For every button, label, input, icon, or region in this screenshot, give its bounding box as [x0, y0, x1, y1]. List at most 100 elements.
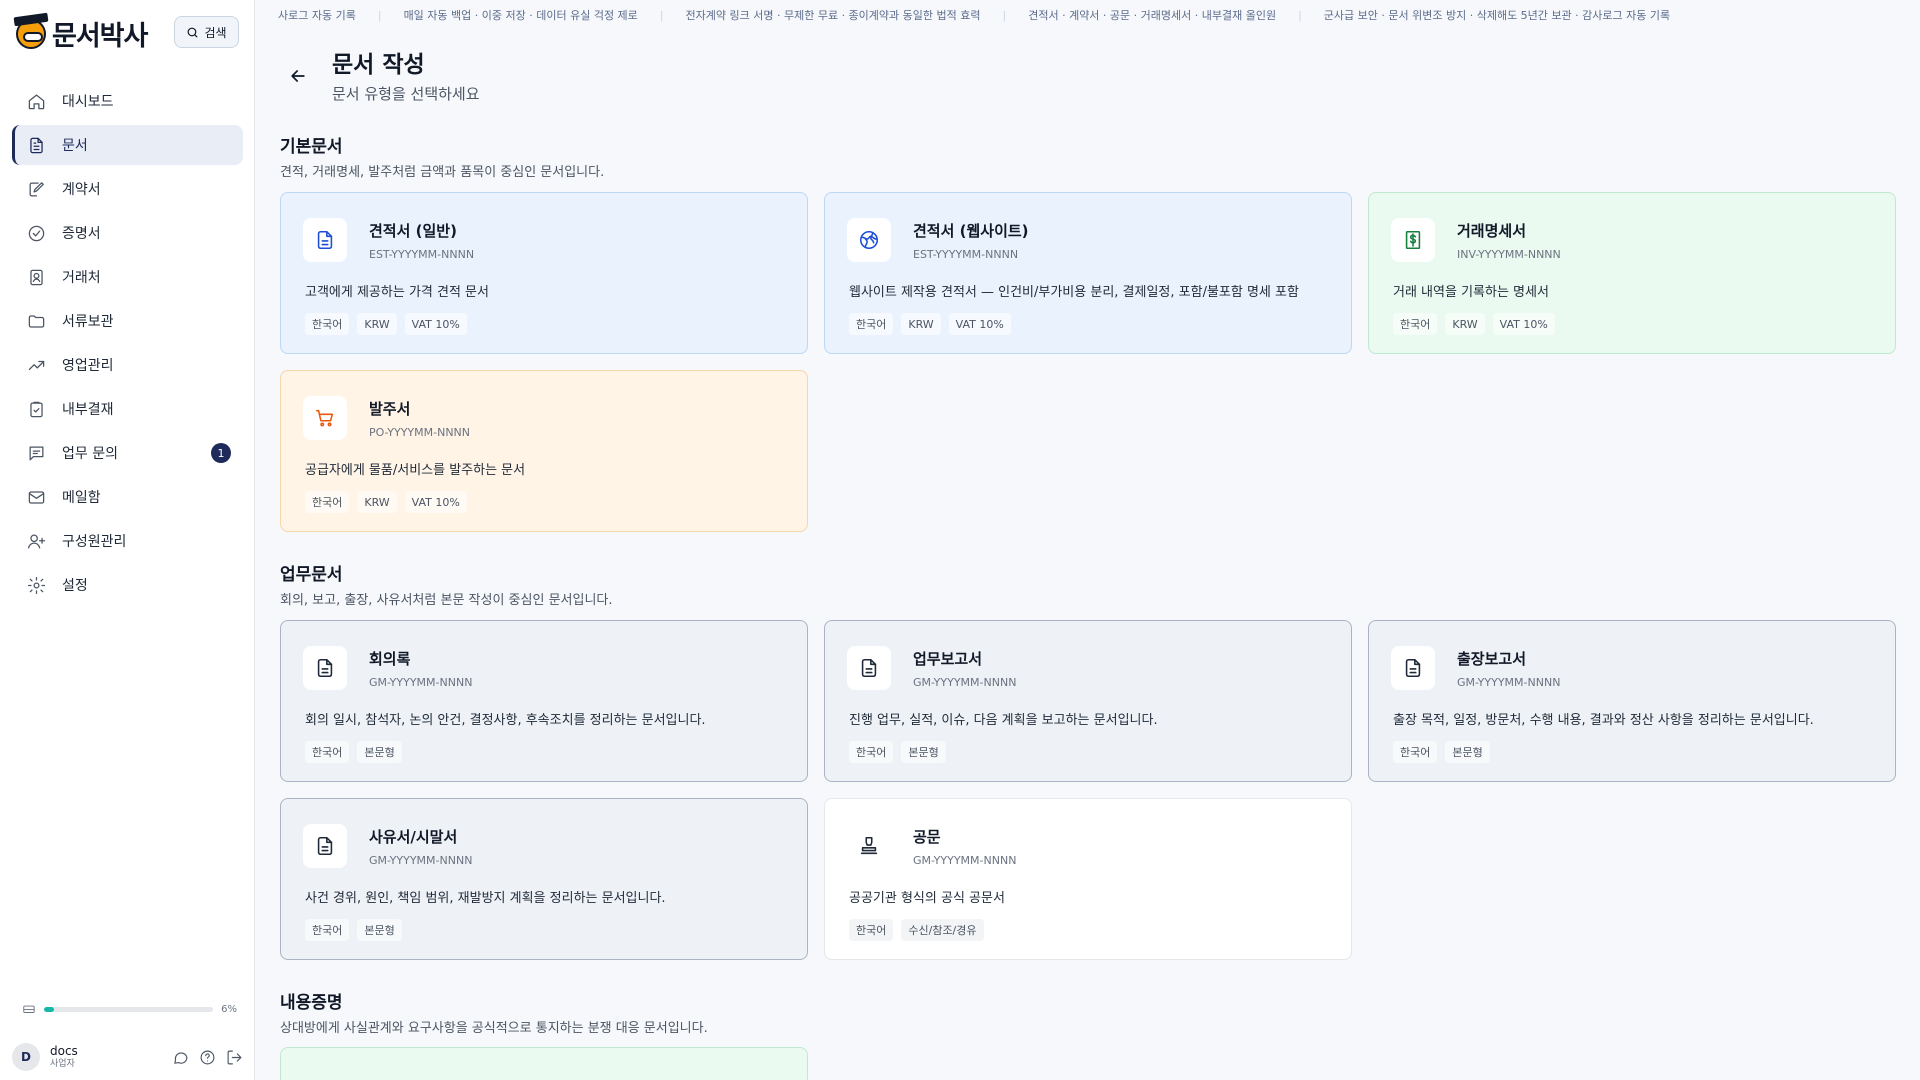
document-icon — [303, 646, 347, 690]
help-icon[interactable] — [199, 1049, 216, 1066]
card-business-trip-report[interactable]: 출장보고서 GM-YYYYMM-NNNN 출장 목적, 일정, 방문처, 수행 … — [1368, 620, 1896, 782]
tag: 본문형 — [901, 741, 946, 763]
card-tags: 한국어 KRW VAT 10% — [305, 491, 467, 513]
sidebar-item-label: 거래처 — [62, 270, 101, 286]
card-tags: 한국어 본문형 — [1393, 741, 1490, 763]
user-info: docs 사업자 — [50, 1044, 78, 1069]
tag: 한국어 — [849, 313, 894, 335]
section-title-certification: 내용증명 — [280, 993, 343, 1013]
document-icon — [303, 824, 347, 868]
storage-icon — [23, 1005, 35, 1013]
section-title-basic: 기본문서 — [280, 137, 343, 157]
card-title: 출장보고서 — [1457, 650, 1527, 668]
card-explanation-letter[interactable]: 사유서/시말서 GM-YYYYMM-NNNN 사건 경위, 원인, 책임 범위,… — [280, 798, 808, 960]
chat-icon[interactable] — [172, 1049, 189, 1066]
announcement-ticker: 사로그 자동 기록 | 매일 자동 백업 · 이중 저장 · 데이터 유실 걱정 … — [256, 0, 1920, 30]
card-meeting-minutes[interactable]: 회의록 GM-YYYYMM-NNNN 회의 일시, 참석자, 논의 안건, 결정… — [280, 620, 808, 782]
sidebar: 문서박사 검색 대시보드 문서 계약서 증명서 거래처 서류보관 영업관리 내부… — [0, 0, 255, 1080]
card-title: 사유서/시말서 — [369, 828, 458, 846]
sidebar-item-members[interactable]: 구성원관리 — [12, 521, 243, 561]
globe-icon — [847, 218, 891, 262]
home-icon — [26, 91, 46, 111]
tag: KRW — [357, 491, 397, 513]
edit-document-icon — [26, 179, 46, 199]
card-desc: 회의 일시, 참석자, 논의 안건, 결정사항, 후속조치를 정리하는 문서입니… — [305, 713, 706, 728]
tag: KRW — [901, 313, 941, 335]
page-title: 문서 작성 — [332, 52, 425, 78]
tag: VAT 10% — [404, 313, 467, 335]
card-code: EST-YYYYMM-NNNN — [369, 248, 475, 261]
tag: VAT 10% — [404, 491, 467, 513]
sidebar-item-archive[interactable]: 서류보관 — [12, 301, 243, 341]
card-code: GM-YYYYMM-NNNN — [369, 676, 473, 689]
card-desc: 고객에게 제공하는 가격 견적 문서 — [305, 285, 489, 300]
tag: KRW — [1445, 313, 1485, 335]
section-desc-business: 회의, 보고, 출장, 사유서처럼 본문 작성이 중심인 문서입니다. — [280, 593, 613, 608]
card-tags: 한국어 본문형 — [305, 741, 402, 763]
sidebar-item-dashboard[interactable]: 대시보드 — [12, 81, 243, 121]
card-official-letter[interactable]: 공문 GM-YYYYMM-NNNN 공공기관 형식의 공식 공문서 한국어 수신… — [824, 798, 1352, 960]
tag: 본문형 — [1445, 741, 1490, 763]
ticker-item: 매일 자동 백업 · 이중 저장 · 데이터 유실 걱정 제로 — [403, 9, 638, 22]
tag: VAT 10% — [948, 313, 1011, 335]
brand-logo[interactable]: 문서박사 — [16, 14, 148, 53]
document-icon — [847, 646, 891, 690]
sidebar-item-settings[interactable]: 설정 — [12, 565, 243, 605]
card-title: 발주서 — [369, 400, 411, 418]
search-icon — [188, 27, 198, 37]
card-content-certification-partial[interactable] — [280, 1047, 808, 1080]
tag: 본문형 — [357, 919, 402, 941]
logout-icon[interactable] — [226, 1049, 243, 1066]
sidebar-item-approval[interactable]: 내부결재 — [12, 389, 243, 429]
user-name: docs — [50, 1044, 78, 1059]
brand-name: 문서박사 — [52, 21, 148, 52]
avatar[interactable]: D — [12, 1043, 40, 1071]
back-button[interactable] — [284, 62, 312, 90]
section-desc-basic: 견적, 거래명세, 발주처럼 금액과 품목이 중심인 문서입니다. — [280, 165, 605, 180]
sidebar-item-label: 구성원관리 — [62, 534, 127, 550]
ticker-item: 사로그 자동 기록 — [278, 9, 356, 22]
sidebar-item-certificates[interactable]: 증명서 — [12, 213, 243, 253]
card-title: 공문 — [913, 828, 941, 846]
card-title: 견적서 (웹사이트) — [913, 222, 1029, 240]
card-desc: 공공기관 형식의 공식 공문서 — [849, 891, 1005, 906]
tag: 한국어 — [305, 741, 350, 763]
contact-book-icon — [26, 267, 46, 287]
sidebar-item-documents[interactable]: 문서 — [12, 125, 243, 165]
sidebar-item-label: 문서 — [62, 138, 88, 154]
tag: 한국어 — [305, 491, 350, 513]
cart-icon — [303, 396, 347, 440]
tag: 한국어 — [305, 313, 350, 335]
tag: VAT 10% — [1492, 313, 1555, 335]
gear-icon — [26, 575, 46, 595]
card-title: 거래명세서 — [1457, 222, 1527, 240]
card-tags: 한국어 수신/참조/경유 — [849, 919, 984, 941]
card-desc: 진행 업무, 실적, 이슈, 다음 계획을 보고하는 문서입니다. — [849, 713, 1158, 728]
card-code: PO-YYYYMM-NNNN — [369, 426, 471, 439]
ticker-item: 견적서 · 계약서 · 공문 · 거래명세서 · 내부결재 올인원 — [1028, 9, 1277, 22]
message-icon — [26, 443, 46, 463]
card-estimate-general[interactable]: 견적서 (일반) EST-YYYYMM-NNNN 고객에게 제공하는 가격 견적… — [280, 192, 808, 354]
card-estimate-website[interactable]: 견적서 (웹사이트) EST-YYYYMM-NNNN 웹사이트 제작용 견적서 … — [824, 192, 1352, 354]
card-transaction-statement[interactable]: 거래명세서 INV-YYYYMM-NNNN 거래 내역을 기록하는 명세서 한국… — [1368, 192, 1896, 354]
card-work-report[interactable]: 업무보고서 GM-YYYYMM-NNNN 진행 업무, 실적, 이슈, 다음 계… — [824, 620, 1352, 782]
sidebar-item-label: 내부결재 — [62, 402, 114, 418]
search-button[interactable]: 검색 — [174, 16, 239, 48]
tag: 한국어 — [305, 919, 350, 941]
sidebar-item-mailbox[interactable]: 메일함 — [12, 477, 243, 517]
card-code: EST-YYYYMM-NNNN — [913, 248, 1019, 261]
sidebar-item-inquiry[interactable]: 업무 문의 1 — [12, 433, 243, 473]
card-title: 업무보고서 — [913, 650, 983, 668]
card-tags: 한국어 KRW VAT 10% — [849, 313, 1011, 335]
card-purchase-order[interactable]: 발주서 PO-YYYYMM-NNNN 공급자에게 물품/서비스를 발주하는 문서… — [280, 370, 808, 532]
card-code: GM-YYYYMM-NNNN — [1457, 676, 1561, 689]
sidebar-item-clients[interactable]: 거래처 — [12, 257, 243, 297]
card-desc: 사건 경위, 원인, 책임 범위, 재발방지 계획을 정리하는 문서입니다. — [305, 891, 666, 906]
search-button-label: 검색 — [204, 25, 227, 40]
sidebar-item-sales[interactable]: 영업관리 — [12, 345, 243, 385]
tag: 본문형 — [357, 741, 402, 763]
sidebar-item-contracts[interactable]: 계약서 — [12, 169, 243, 209]
card-desc: 웹사이트 제작용 견적서 — 인건비/부가비용 분리, 결제일정, 포함/불포함… — [849, 285, 1299, 300]
folder-icon — [26, 311, 46, 331]
card-title: 회의록 — [369, 650, 411, 668]
